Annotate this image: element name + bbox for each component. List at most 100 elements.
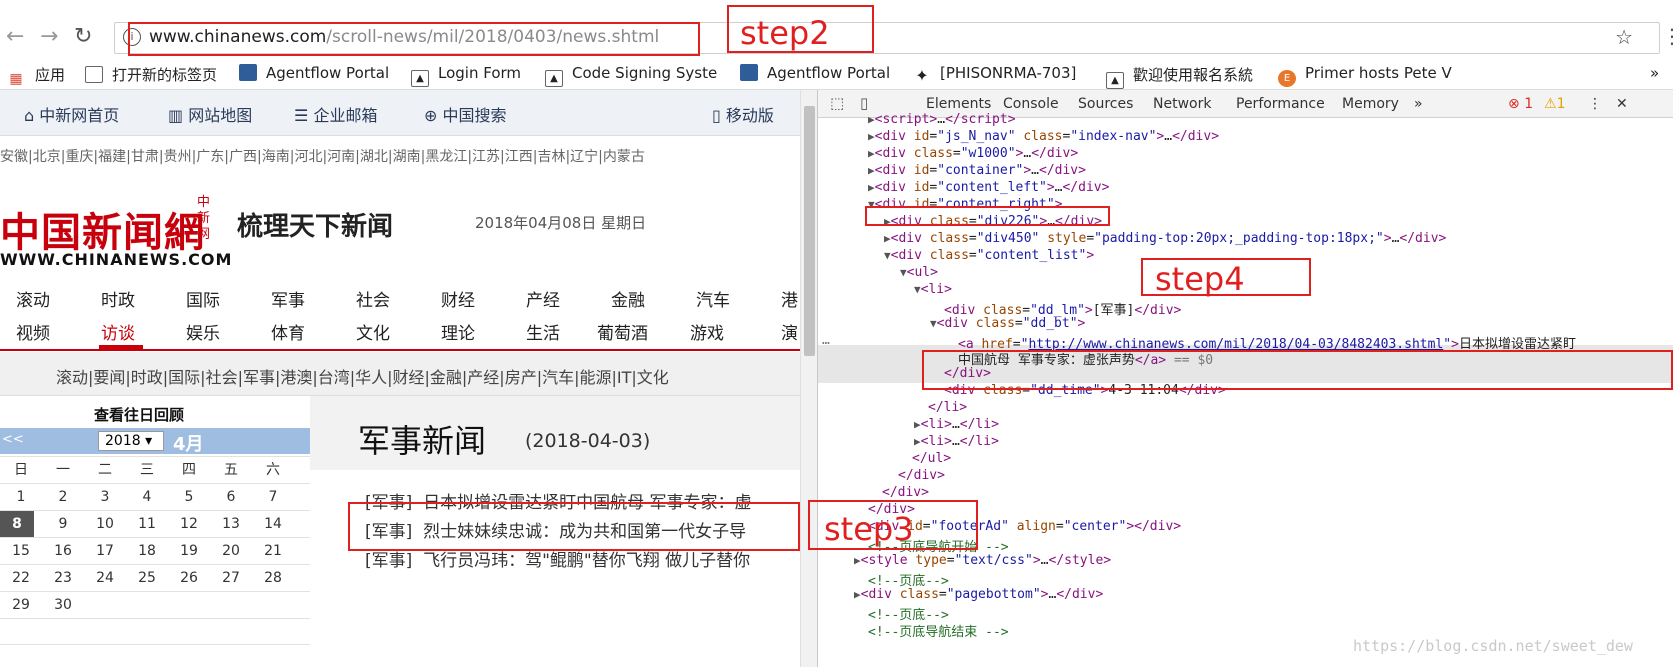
topnav-search[interactable]: ⊕ 中国搜索: [424, 102, 507, 126]
calendar-day[interactable]: 5: [168, 484, 210, 511]
dom-node[interactable]: ▼<ul>: [900, 265, 938, 280]
calendar-day[interactable]: 12: [168, 511, 210, 538]
calendar-day[interactable]: 9: [42, 511, 84, 538]
error-count[interactable]: ⊗ 1: [1508, 96, 1533, 112]
calendar-prev-button[interactable]: <<: [2, 432, 24, 447]
bookmark-loginform[interactable]: ▲ Login Form: [411, 64, 521, 87]
calendar-day[interactable]: 22: [0, 565, 42, 592]
calendar-day[interactable]: 8: [0, 511, 34, 538]
warning-count[interactable]: ⚠1: [1544, 96, 1565, 112]
dom-node[interactable]: ▶<div id="container">…</div>: [868, 163, 1086, 178]
dom-node[interactable]: ▼<div class="dd_bt">: [930, 316, 1085, 331]
tab-sources[interactable]: Sources: [1078, 96, 1133, 112]
menu-item[interactable]: 演: [781, 319, 798, 344]
calendar-day[interactable]: 10: [84, 511, 126, 538]
topnav-home[interactable]: ⌂ 中新网首页: [24, 102, 119, 126]
year-select[interactable]: 2018 ▾: [98, 431, 164, 451]
scrollbar-thumb[interactable]: [804, 106, 815, 356]
calendar-day[interactable]: 4: [126, 484, 168, 511]
menu-item[interactable]: 娱乐: [186, 319, 220, 344]
calendar-day[interactable]: 25: [126, 565, 168, 592]
menu-item[interactable]: 葡萄酒: [597, 319, 648, 344]
calendar-day[interactable]: 18: [126, 538, 168, 565]
dom-node[interactable]: ▶<div class="div450" style="padding-top:…: [884, 231, 1446, 246]
topnav-mail[interactable]: ☰ 企业邮箱: [294, 102, 377, 126]
calendar-day[interactable]: 19: [168, 538, 210, 565]
menu-item[interactable]: 国际: [186, 286, 220, 311]
calendar-day[interactable]: 11: [126, 511, 168, 538]
forward-arrow-icon[interactable]: →: [40, 24, 58, 49]
tab-elements[interactable]: Elements: [926, 96, 991, 112]
calendar-day[interactable]: 21: [252, 538, 294, 565]
calendar-day[interactable]: 20: [210, 538, 252, 565]
menu-item[interactable]: 时政: [101, 286, 135, 311]
bookmark-apps[interactable]: ▦ 应用: [6, 64, 65, 89]
reload-icon[interactable]: ↻: [74, 24, 92, 49]
calendar-day[interactable]: 24: [84, 565, 126, 592]
calendar-day[interactable]: 29: [0, 592, 42, 619]
menu-item[interactable]: 财经: [441, 286, 475, 311]
device-toolbar-icon[interactable]: ▯: [860, 94, 868, 112]
menu-item[interactable]: 军事: [271, 286, 305, 311]
bookmark-registration[interactable]: ▲ 歡迎使用報名系統: [1106, 64, 1253, 89]
calendar-day[interactable]: 3: [84, 484, 126, 511]
sub-nav-links[interactable]: 滚动|要闻|时政|国际|社会|军事|港澳|台湾|华人|财经|金融|产经|房产|汽…: [56, 364, 669, 388]
dom-node[interactable]: ▶<div id="content_left">…</div>: [868, 180, 1109, 195]
topnav-mobile[interactable]: ▯ 移动版: [712, 102, 774, 126]
menu-item[interactable]: 理论: [441, 319, 475, 344]
calendar-day[interactable]: 28: [252, 565, 294, 592]
menu-item[interactable]: 视频: [16, 319, 50, 344]
bookmark-primer[interactable]: E Primer hosts Pete V: [1278, 64, 1452, 87]
dom-node[interactable]: ▶<div id="js_N_nav" class="index-nav">…<…: [868, 129, 1219, 144]
menu-item[interactable]: 滚动: [16, 286, 50, 311]
calendar-day[interactable]: 1: [0, 484, 42, 511]
menu-item[interactable]: 汽车: [696, 286, 730, 311]
tab-network[interactable]: Network: [1153, 96, 1211, 112]
calendar-day[interactable]: 15: [0, 538, 42, 565]
menu-item[interactable]: 生活: [526, 319, 560, 344]
dom-node[interactable]: ▼<li>: [914, 282, 952, 297]
province-links[interactable]: 安徽|北京|重庆|福建|甘肃|贵州|广东|广西|海南|河北|河南|湖北|湖南|黑…: [0, 146, 645, 166]
dom-node[interactable]: ▶<li>…</li>: [914, 417, 999, 432]
bookmark-agentflow-2[interactable]: Agentflow Portal: [740, 64, 890, 82]
news-title[interactable]: 飞行员冯玮：驾"鲲鹏"替你飞翔 做儿子替你: [423, 551, 750, 571]
calendar-day[interactable]: 23: [42, 565, 84, 592]
inspect-element-icon[interactable]: ⬚: [830, 94, 844, 112]
calendar-day[interactable]: 6: [210, 484, 252, 511]
calendar-day[interactable]: 7: [252, 484, 294, 511]
menu-item[interactable]: 体育: [271, 319, 305, 344]
devtools-menu-icon[interactable]: ⋮: [1588, 96, 1602, 112]
calendar-day[interactable]: 16: [42, 538, 84, 565]
dom-node[interactable]: ▶<li>…</li>: [914, 434, 999, 449]
menu-item[interactable]: 游戏: [690, 319, 724, 344]
menu-item[interactable]: 社会: [356, 286, 390, 311]
bookmark-agentflow[interactable]: Agentflow Portal: [239, 64, 389, 82]
tab-console[interactable]: Console: [1003, 96, 1059, 112]
dom-node[interactable]: ▶<div class="w1000">…</div>: [868, 146, 1078, 161]
page-scrollbar[interactable]: [800, 90, 817, 667]
bookmark-phison[interactable]: ✦ [PHISONRMA-703]: [913, 64, 1076, 85]
bookmark-newtab[interactable]: 打开新的标签页: [85, 64, 217, 85]
topnav-sitemap[interactable]: ▥ 网站地图: [168, 102, 252, 126]
tab-performance[interactable]: Performance: [1236, 96, 1325, 112]
menu-item[interactable]: 产经: [526, 286, 560, 311]
more-bookmarks-button[interactable]: »: [1650, 64, 1659, 82]
calendar-day[interactable]: 27: [210, 565, 252, 592]
dom-node[interactable]: ▶<style type="text/css">…</style>: [854, 553, 1111, 568]
dom-node[interactable]: ▼<div class="content_list">: [884, 248, 1094, 263]
calendar-day[interactable]: 14: [252, 511, 294, 538]
tab-memory[interactable]: Memory: [1342, 96, 1399, 112]
menu-item[interactable]: 文化: [356, 319, 390, 344]
calendar-day[interactable]: 30: [42, 592, 84, 619]
menu-dots-icon[interactable]: ⋮: [1662, 24, 1673, 48]
menu-item-active[interactable]: 访谈: [101, 319, 135, 344]
more-tabs-button[interactable]: »: [1414, 96, 1423, 112]
dom-node[interactable]: ▶<script>…</script>: [868, 112, 1016, 127]
bookmark-codesigning[interactable]: ▲ Code Signing Syste: [545, 64, 717, 87]
calendar-day[interactable]: 2: [42, 484, 84, 511]
star-icon[interactable]: ☆: [1615, 25, 1633, 49]
dom-node[interactable]: ▶<div class="pagebottom">…</div>: [854, 587, 1103, 602]
menu-item[interactable]: 港: [781, 286, 798, 311]
calendar-day[interactable]: 17: [84, 538, 126, 565]
menu-item[interactable]: 金融: [611, 286, 645, 311]
